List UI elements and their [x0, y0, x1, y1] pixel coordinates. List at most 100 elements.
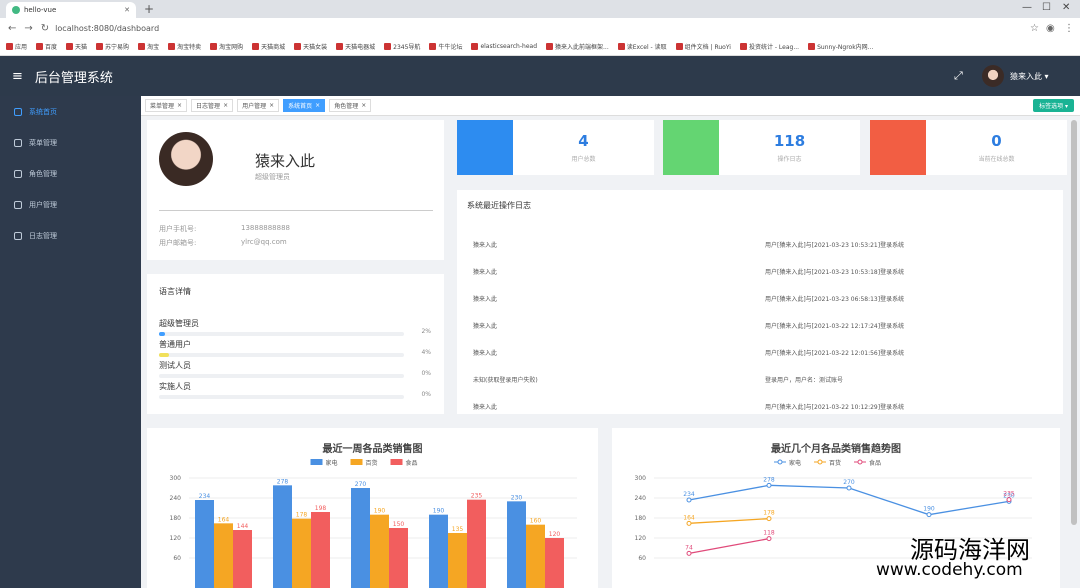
bar[interactable]	[370, 514, 389, 588]
fullscreen-icon[interactable]: ⤢	[954, 69, 963, 83]
phone-label: 用户手机号:	[159, 225, 197, 233]
bookmark-item[interactable]: 投资统计 - Leag...	[739, 42, 799, 51]
data-point[interactable]	[926, 512, 932, 518]
bookmark-item[interactable]: 天猫商城	[252, 42, 285, 51]
legend-swatch	[310, 459, 323, 465]
bar[interactable]	[507, 501, 526, 588]
point-data-label: 164	[683, 514, 695, 521]
bookmark-item[interactable]: 天猫女装	[294, 42, 327, 51]
bar[interactable]	[233, 530, 252, 588]
tag-options-button[interactable]: 标签选项 ▾	[1033, 99, 1074, 112]
tag-close-icon[interactable]: ×	[177, 102, 182, 109]
bar[interactable]	[273, 485, 292, 588]
data-point[interactable]	[686, 497, 692, 503]
bookmark-item[interactable]: 猿来入此前端框架...	[546, 42, 609, 51]
sidebar-item[interactable]: 角色管理	[0, 158, 141, 189]
bar[interactable]	[526, 524, 545, 588]
bookmark-item[interactable]: Sunny-Ngrok内网...	[808, 42, 873, 51]
tag-item[interactable]: 日志管理 ×	[191, 99, 234, 112]
bookmark-item[interactable]: 苏宁易购	[96, 42, 129, 51]
stat-value: 118	[773, 132, 806, 150]
tag-item[interactable]: 菜单管理 ×	[145, 99, 188, 112]
bookmark-item[interactable]: 淘宝特卖	[168, 42, 201, 51]
sidebar-item[interactable]: 菜单管理	[0, 127, 141, 158]
bookmark-icon	[739, 43, 747, 50]
bookmark-item[interactable]: 天猫电器城	[336, 42, 375, 51]
bar[interactable]	[389, 528, 408, 588]
bookmark-item[interactable]: elasticsearch-head	[471, 43, 537, 50]
close-tab-icon[interactable]: ✕	[124, 6, 130, 14]
legend-item[interactable]: 家电	[310, 459, 338, 467]
bookmark-item[interactable]: 淘宝网购	[210, 42, 243, 51]
star-icon[interactable]: ☆	[1030, 23, 1039, 34]
bookmark-item[interactable]: 百度	[36, 42, 57, 51]
data-point[interactable]	[766, 536, 772, 542]
menu-toggle-icon[interactable]: ≡	[12, 69, 23, 84]
legend-item[interactable]: 家电	[774, 459, 801, 467]
bar[interactable]	[311, 512, 330, 588]
log-content: 用户[猿来入此]与[2021-03-23 06:58:13]登录系统	[765, 296, 905, 303]
data-point[interactable]	[686, 550, 692, 556]
close-window-icon[interactable]: ✕	[1062, 2, 1070, 13]
tag-close-icon[interactable]: ×	[315, 102, 320, 109]
data-point[interactable]	[766, 516, 772, 522]
user-dropdown[interactable]: 猿来入此 ▾	[1010, 71, 1049, 82]
language-percent: 0%	[421, 370, 431, 377]
bar[interactable]	[195, 500, 214, 588]
back-icon[interactable]: ←	[8, 23, 16, 34]
legend-item[interactable]: 食品	[854, 459, 881, 467]
minimize-icon[interactable]: —	[1022, 2, 1032, 13]
bookmark-item[interactable]: 牛牛论坛	[429, 42, 462, 51]
bar[interactable]	[292, 518, 311, 588]
forward-icon[interactable]: →	[24, 23, 32, 34]
sidebar-item[interactable]: 用户管理	[0, 189, 141, 220]
new-tab-icon[interactable]: +	[144, 2, 154, 16]
y-tick-label: 120	[170, 535, 182, 542]
sidebar-item[interactable]: 系统首页	[0, 96, 141, 127]
browser-tab[interactable]: hello-vue ✕	[6, 2, 136, 18]
tag-label: 菜单管理	[150, 103, 175, 110]
log-user: 猿来入此	[473, 242, 498, 249]
legend-item[interactable]: 百货	[350, 459, 378, 467]
browser-tab-title: hello-vue	[24, 6, 57, 14]
bar-data-label: 235	[471, 493, 483, 500]
bookmark-item[interactable]: 天猫	[66, 42, 87, 51]
bookmark-icon	[210, 43, 218, 50]
tag-item[interactable]: 用户管理 ×	[237, 99, 280, 112]
bookmark-item[interactable]: 应用	[6, 42, 27, 51]
tag-item[interactable]: 系统首页 ×	[283, 99, 326, 112]
sidebar-item[interactable]: 日志管理	[0, 220, 141, 251]
bookmark-item[interactable]: 淘宝	[138, 42, 159, 51]
browser-chrome: hello-vue ✕ + — ☐ ✕ ← → ↻ localhost:8080…	[0, 0, 1080, 56]
data-point[interactable]	[1006, 497, 1012, 503]
stat-card: 4 用户总数	[457, 120, 654, 175]
legend-item[interactable]: 百货	[814, 459, 841, 467]
bar[interactable]	[467, 499, 486, 588]
profile-icon[interactable]: ◉	[1046, 23, 1055, 34]
data-point[interactable]	[686, 520, 692, 526]
data-point[interactable]	[846, 485, 852, 491]
bar-chart-card: 最近一周各品类销售图 家电 百货 食品 60 120 180 240 300 234 164 144 2…	[147, 428, 598, 588]
tag-item[interactable]: 角色管理 ×	[329, 99, 372, 112]
data-point[interactable]	[766, 482, 772, 488]
url-input[interactable]: localhost:8080/dashboard	[55, 24, 159, 33]
bar[interactable]	[545, 538, 564, 588]
scrollbar[interactable]	[1071, 120, 1077, 525]
legend-item[interactable]: 食品	[390, 459, 418, 467]
tag-close-icon[interactable]: ×	[223, 102, 228, 109]
bookmark-item[interactable]: 组件文档 | RuoYi	[675, 42, 731, 51]
bar[interactable]	[351, 488, 370, 588]
bookmark-item[interactable]: 读Excel - 读取	[617, 42, 667, 51]
menu-item-icon	[14, 138, 22, 147]
more-icon[interactable]: ⋮	[1064, 23, 1074, 34]
user-avatar[interactable]	[982, 65, 1004, 87]
bar[interactable]	[448, 533, 467, 588]
maximize-icon[interactable]: ☐	[1042, 2, 1051, 13]
tag-close-icon[interactable]: ×	[361, 102, 366, 109]
bookmark-item[interactable]: 2345导航	[384, 42, 420, 51]
bar[interactable]	[429, 514, 448, 588]
tag-close-icon[interactable]: ×	[269, 102, 274, 109]
reload-icon[interactable]: ↻	[41, 23, 49, 34]
legend-label: 百货	[366, 459, 378, 467]
bar[interactable]	[214, 523, 233, 588]
